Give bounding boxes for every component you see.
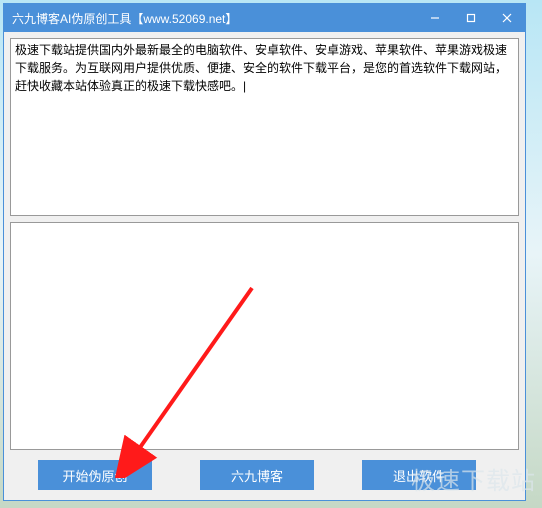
input-textarea[interactable] (10, 38, 519, 216)
blog-button[interactable]: 六九博客 (200, 460, 314, 490)
exit-button[interactable]: 退出软件 (362, 460, 476, 490)
titlebar: 六九博客AI伪原创工具【www.52069.net】 (4, 4, 525, 32)
maximize-button[interactable] (453, 4, 489, 32)
button-row: 开始伪原创 六九博客 退出软件 (10, 456, 519, 494)
close-button[interactable] (489, 4, 525, 32)
start-button[interactable]: 开始伪原创 (38, 460, 152, 490)
output-textarea[interactable] (10, 222, 519, 450)
content-area: 开始伪原创 六九博客 退出软件 (4, 32, 525, 500)
window-title: 六九博客AI伪原创工具【www.52069.net】 (12, 10, 417, 27)
window-controls (417, 4, 525, 32)
minimize-button[interactable] (417, 4, 453, 32)
app-window: 六九博客AI伪原创工具【www.52069.net】 开始伪原创 六九博客 退出… (3, 3, 526, 501)
